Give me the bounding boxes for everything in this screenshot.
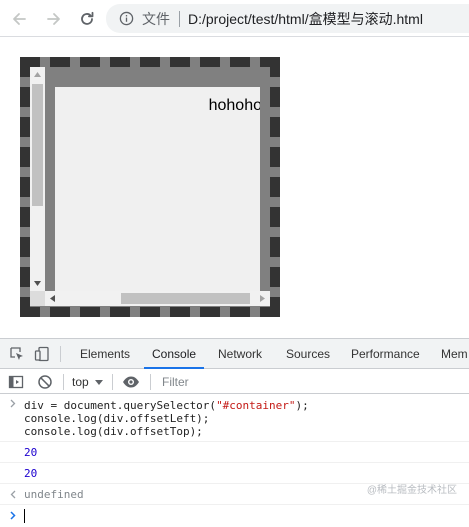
console-toolbar: top	[0, 370, 469, 394]
address-url[interactable]: D:/project/test/html/盒模型与滚动.html	[188, 9, 423, 29]
code-line: console.log(div.offsetTop);	[24, 425, 203, 438]
toolbar-divider	[150, 374, 151, 390]
forward-arrow-icon	[47, 13, 60, 25]
console-input-entry: div = document.querySelector("#container…	[0, 395, 469, 442]
scroll-left-arrow-icon[interactable]	[45, 291, 60, 306]
tab-network[interactable]: Network	[218, 339, 262, 369]
address-bar[interactable]: 文件 D:/project/test/html/盒模型与滚动.html	[106, 4, 469, 33]
scroll-down-arrow-icon[interactable]	[30, 276, 45, 291]
devtools-tab-bar: Elements Console Network Sources Perform…	[0, 339, 469, 369]
vertical-scrollbar[interactable]	[30, 67, 45, 291]
sidebar-toggle-icon[interactable]	[8, 374, 24, 390]
address-divider	[179, 10, 180, 27]
browser-toolbar: 文件 D:/project/test/html/盒模型与滚动.html	[0, 0, 469, 37]
console-filter-input[interactable]	[158, 373, 469, 391]
forward-button[interactable]	[43, 8, 65, 30]
scroll-up-arrow-icon[interactable]	[30, 67, 45, 82]
context-selector-label: top	[72, 375, 89, 389]
live-expression-eye-icon[interactable]	[122, 374, 140, 390]
container-content: hohoho	[55, 87, 260, 301]
vertical-scroll-thumb[interactable]	[32, 84, 43, 206]
scroll-container[interactable]: hohoho	[20, 57, 280, 317]
code-line: console.log(div.offsetLeft);	[24, 412, 210, 425]
page-viewport: hohoho	[0, 38, 469, 338]
toolbar-divider	[112, 374, 113, 390]
address-scheme: 文件	[142, 10, 170, 27]
text-cursor	[24, 509, 25, 523]
tab-memory[interactable]: Mem	[441, 339, 468, 369]
horizontal-scrollbar[interactable]	[45, 291, 270, 306]
reload-icon	[81, 11, 94, 25]
chevron-down-icon	[94, 379, 103, 385]
scrollbar-corner	[30, 291, 45, 306]
devtools-panel: Elements Console Network Sources Perform…	[0, 338, 469, 523]
tab-elements[interactable]: Elements	[80, 339, 130, 369]
tab-console[interactable]: Console	[143, 339, 205, 369]
console-prompt[interactable]	[0, 505, 469, 527]
context-selector[interactable]: top	[72, 373, 103, 391]
scroll-right-arrow-icon[interactable]	[255, 291, 270, 306]
info-icon[interactable]	[119, 11, 134, 26]
reload-button[interactable]	[76, 8, 98, 30]
watermark: @稀土掘金技术社区	[366, 485, 457, 496]
clear-console-icon[interactable]	[37, 374, 53, 390]
back-button[interactable]	[8, 8, 30, 30]
input-chevron-icon	[8, 399, 18, 408]
return-chevron-icon	[8, 490, 18, 499]
device-toolbar-icon[interactable]	[34, 346, 50, 362]
horizontal-scroll-thumb[interactable]	[121, 293, 250, 304]
tab-performance[interactable]: Performance	[351, 339, 420, 369]
console-log-line: 20	[0, 442, 469, 463]
code-line: div = document.querySelector("#container…	[24, 399, 309, 412]
toolbar-divider	[63, 374, 64, 390]
inspect-element-icon[interactable]	[9, 346, 25, 362]
console-output: div = document.querySelector("#container…	[0, 395, 469, 523]
back-arrow-icon	[13, 13, 26, 25]
container-text: hohoho	[208, 97, 260, 114]
tab-divider	[60, 346, 61, 362]
tab-sources[interactable]: Sources	[286, 339, 330, 369]
